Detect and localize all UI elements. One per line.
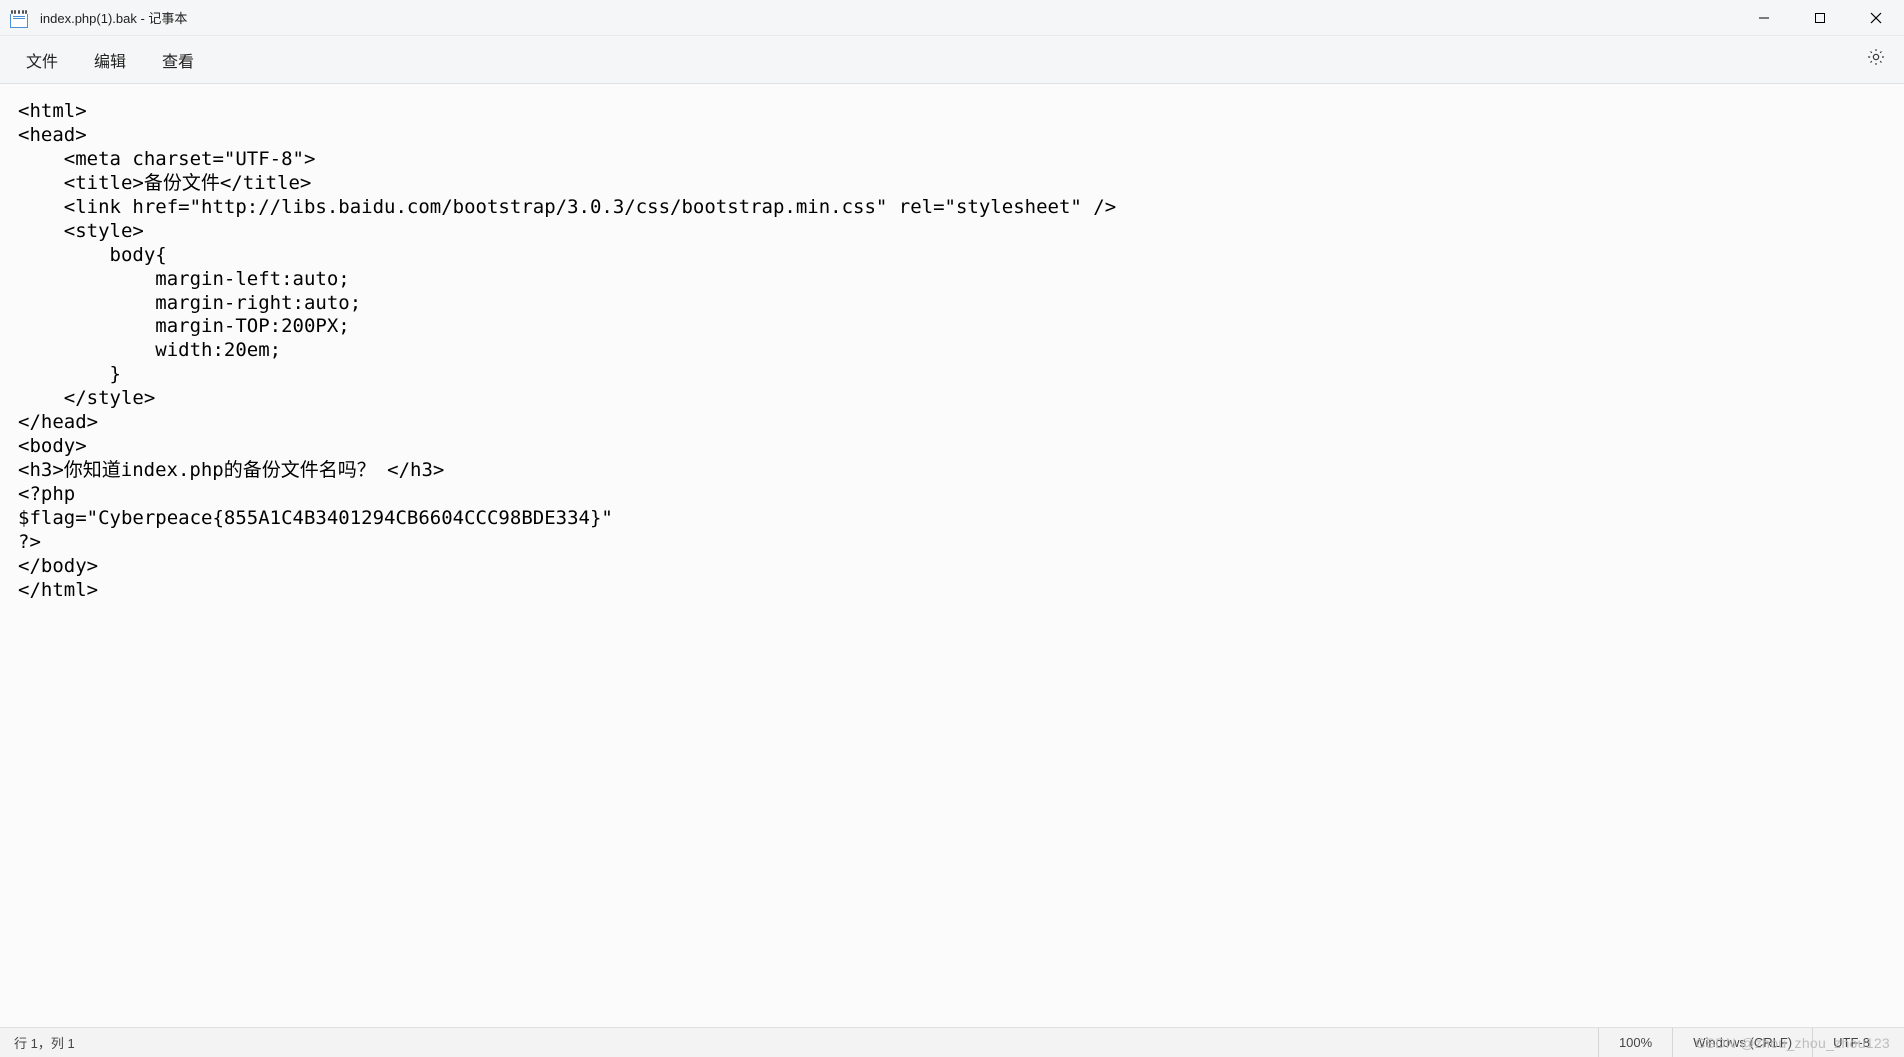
menubar: 文件 编辑 查看 bbox=[0, 36, 1904, 84]
settings-button[interactable] bbox=[1856, 41, 1896, 78]
menu-file[interactable]: 文件 bbox=[8, 40, 76, 80]
gear-icon bbox=[1866, 54, 1886, 71]
close-button[interactable] bbox=[1848, 0, 1904, 35]
notepad-window: index.php(1).bak - 记事本 文件 编辑 查看 bbox=[0, 0, 1904, 1057]
notepad-icon bbox=[10, 8, 28, 28]
menu-edit[interactable]: 编辑 bbox=[76, 40, 144, 80]
maximize-button[interactable] bbox=[1792, 0, 1848, 35]
menu-view[interactable]: 查看 bbox=[144, 40, 212, 80]
status-line-ending[interactable]: Windows (CRLF) bbox=[1672, 1028, 1812, 1057]
window-title: index.php(1).bak - 记事本 bbox=[40, 8, 187, 27]
statusbar: 行 1，列 1 100% Windows (CRLF) UTF-8 CSDN @… bbox=[0, 1027, 1904, 1057]
window-controls bbox=[1736, 0, 1904, 35]
status-cursor-position: 行 1，列 1 bbox=[14, 1033, 75, 1052]
status-encoding[interactable]: UTF-8 bbox=[1812, 1028, 1890, 1057]
minimize-button[interactable] bbox=[1736, 0, 1792, 35]
status-zoom[interactable]: 100% bbox=[1598, 1028, 1672, 1057]
titlebar[interactable]: index.php(1).bak - 记事本 bbox=[0, 0, 1904, 36]
text-editor[interactable]: <html> <head> <meta charset="UTF-8"> <ti… bbox=[0, 84, 1904, 1027]
